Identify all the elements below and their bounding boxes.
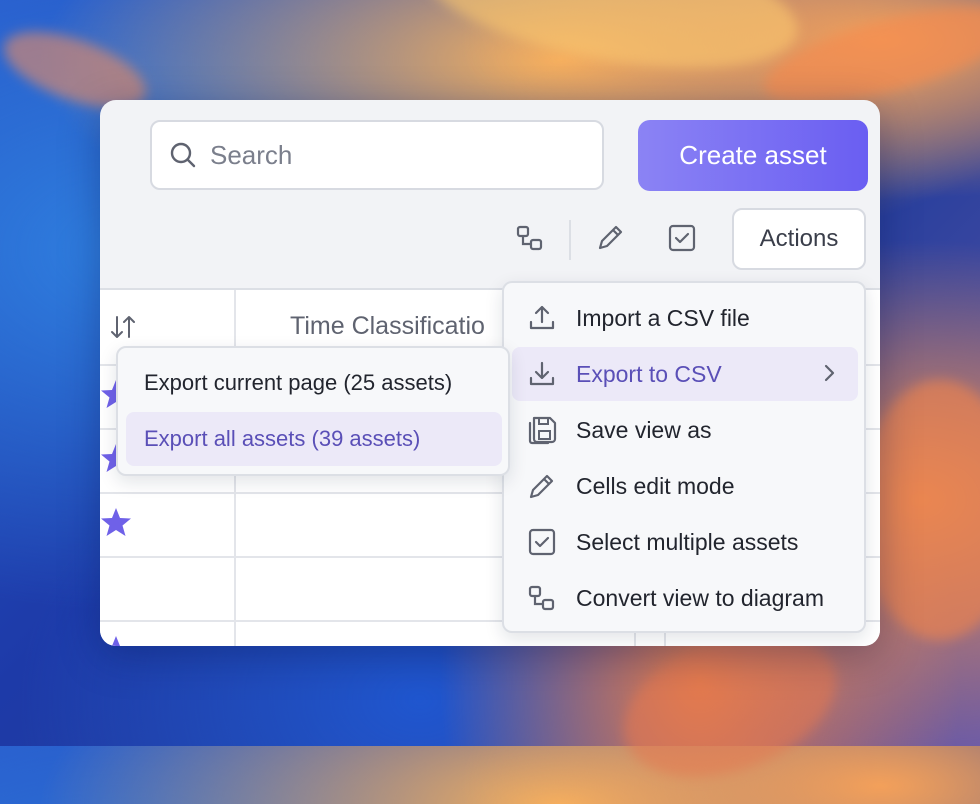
pencil-icon[interactable] — [594, 222, 626, 254]
menu-item-select-multiple[interactable]: Select multiple assets — [512, 515, 858, 569]
submenu-item-export-current-page[interactable]: Export current page (25 assets) — [126, 356, 502, 410]
menu-item-label: Export to CSV — [576, 360, 722, 387]
save-icon — [526, 414, 558, 446]
diagram-icon — [526, 582, 558, 614]
search-bar[interactable] — [150, 120, 604, 190]
chevron-right-icon — [824, 364, 835, 382]
column-header-time-classification[interactable]: Time Classificatio — [290, 312, 485, 341]
diagram-icon[interactable] — [514, 222, 546, 254]
search-icon — [170, 142, 196, 168]
menu-item-cells-edit-mode[interactable]: Cells edit mode — [512, 459, 858, 513]
menu-item-save-view[interactable]: Save view as — [512, 403, 858, 457]
menu-item-label: Convert view to diagram — [576, 584, 824, 611]
menu-item-label: Save view as — [576, 416, 712, 443]
menu-item-label: Select multiple assets — [576, 528, 799, 555]
actions-menu: Import a CSV file Export to CSV Save vie… — [502, 281, 866, 633]
upload-icon — [526, 302, 558, 334]
menu-item-export-csv[interactable]: Export to CSV — [512, 347, 858, 401]
checkbox-icon[interactable] — [666, 222, 698, 254]
submenu-item-export-all-assets[interactable]: Export all assets (39 assets) — [126, 412, 502, 466]
download-icon — [526, 358, 558, 390]
actions-button[interactable]: Actions — [732, 208, 866, 270]
star-icon[interactable] — [100, 634, 132, 646]
menu-item-label: Import a CSV file — [576, 304, 750, 331]
star-icon[interactable] — [100, 506, 132, 538]
sort-icon[interactable] — [108, 312, 138, 347]
app-window: Create asset Actions — [100, 100, 880, 646]
pencil-icon — [526, 470, 558, 502]
checkbox-icon — [526, 526, 558, 558]
create-asset-button[interactable]: Create asset — [638, 120, 868, 191]
menu-item-label: Cells edit mode — [576, 472, 735, 499]
search-input[interactable] — [208, 138, 572, 172]
export-submenu: Export current page (25 assets) Export a… — [116, 346, 510, 476]
menu-item-convert-diagram[interactable]: Convert view to diagram — [512, 571, 858, 625]
menu-item-import-csv[interactable]: Import a CSV file — [512, 291, 858, 345]
toolbar-divider — [569, 220, 571, 260]
